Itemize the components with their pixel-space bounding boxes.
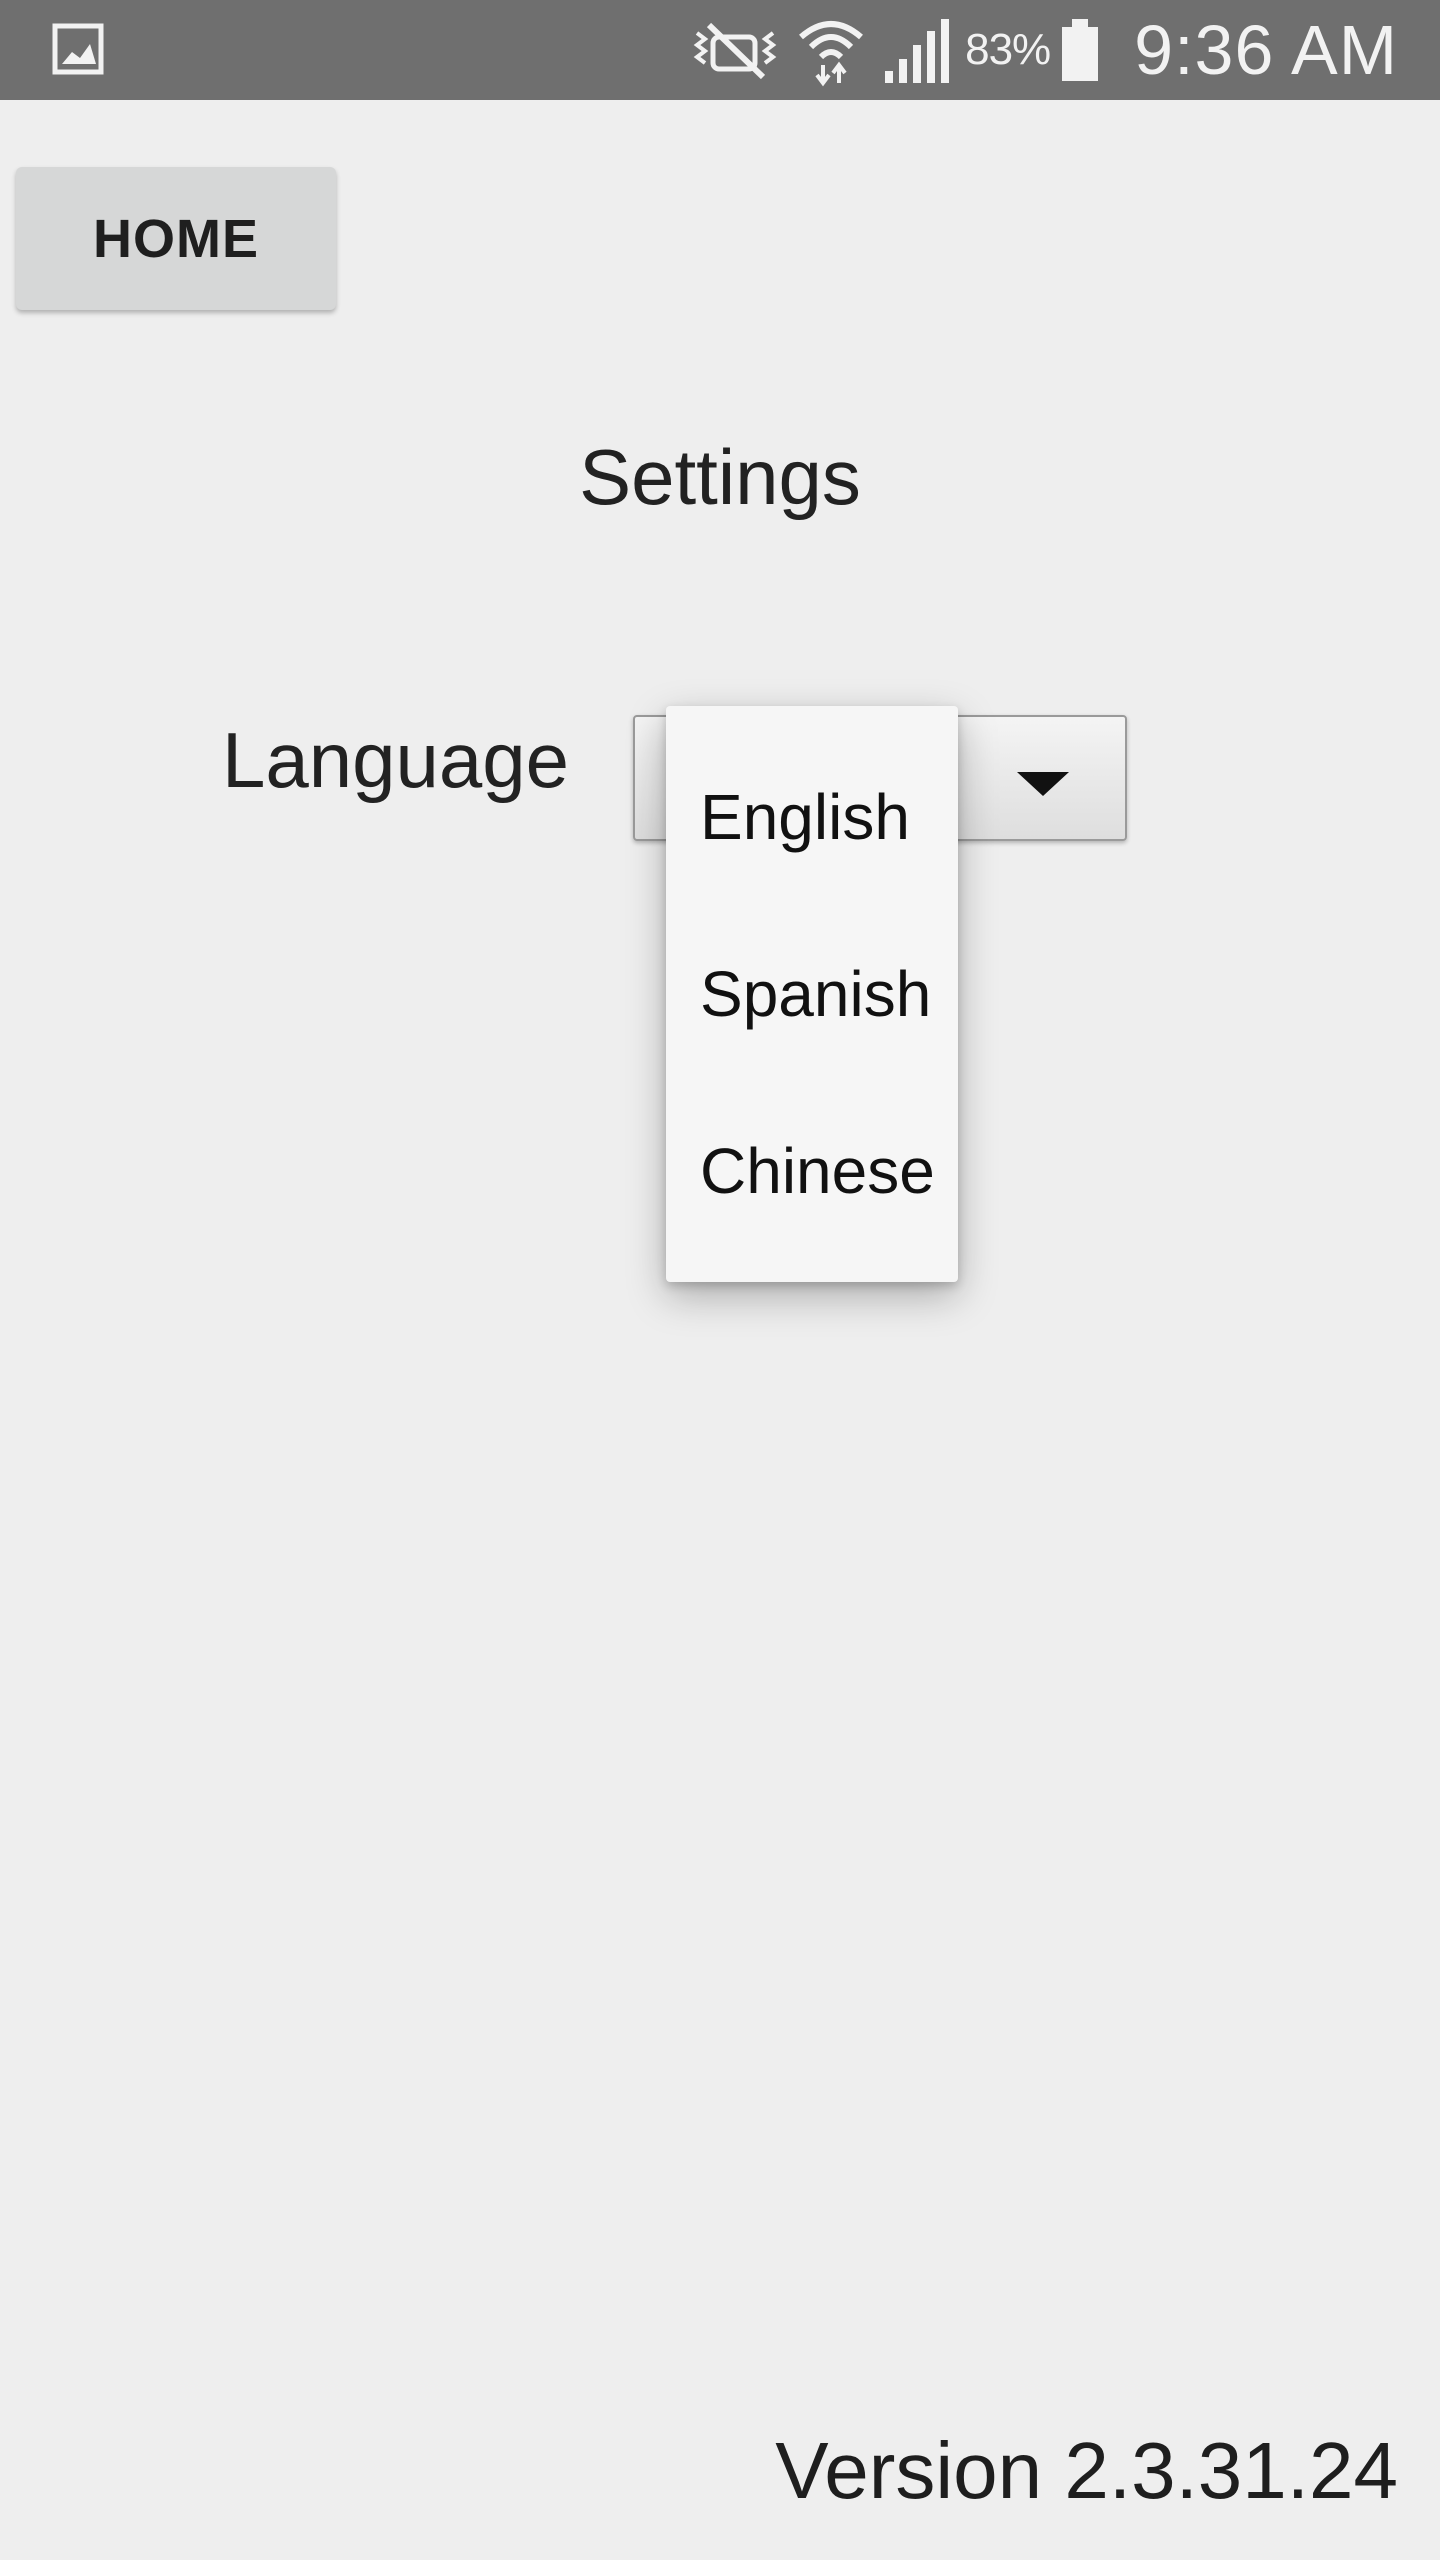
dropdown-option-english[interactable]: English — [666, 706, 958, 898]
status-bar: 83% 9:36 AM — [0, 0, 1440, 100]
signal-icon — [885, 19, 950, 83]
language-dropdown: English Spanish Chinese — [666, 706, 958, 1282]
status-time: 9:36 AM — [1134, 11, 1398, 89]
battery-percent: 83% — [965, 25, 1051, 74]
wifi-icon — [799, 21, 864, 87]
dropdown-option-spanish[interactable]: Spanish — [666, 898, 958, 1090]
status-icons: 83% 9:36 AM — [689, 0, 1440, 100]
language-label: Language — [222, 716, 570, 804]
dropdown-option-chinese[interactable]: Chinese — [666, 1090, 958, 1282]
page-title: Settings — [579, 433, 861, 521]
version-text: Version 2.3.31.24 — [775, 2426, 1398, 2515]
home-button[interactable]: HOME — [16, 167, 336, 310]
image-notification-icon — [52, 23, 104, 75]
battery-icon — [1062, 19, 1099, 81]
dropdown-arrow-icon — [1017, 772, 1069, 796]
mute-vibrate-icon — [693, 22, 777, 80]
